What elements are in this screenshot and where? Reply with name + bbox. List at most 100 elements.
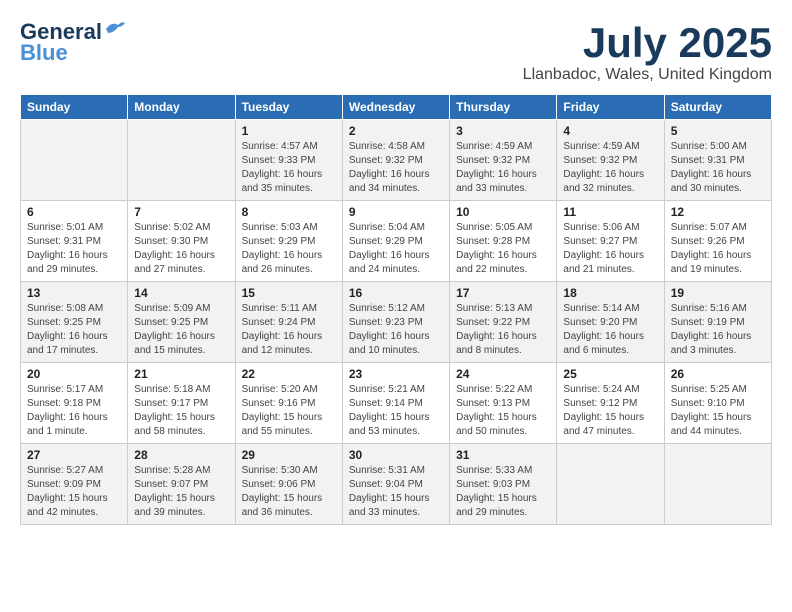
day-info: Sunrise: 5:25 AM Sunset: 9:10 PM Dayligh…: [671, 383, 765, 439]
calendar-table: SundayMondayTuesdayWednesdayThursdayFrid…: [20, 94, 772, 525]
calendar-cell: 27 Sunrise: 5:27 AM Sunset: 9:09 PM Dayli…: [21, 444, 128, 525]
day-number: 6: [27, 205, 121, 219]
day-info: Sunrise: 5:31 AM Sunset: 9:04 PM Dayligh…: [349, 464, 443, 520]
day-number: 28: [134, 448, 228, 462]
day-number: 24: [456, 367, 550, 381]
day-number: 29: [242, 448, 336, 462]
day-info: Sunrise: 5:30 AM Sunset: 9:06 PM Dayligh…: [242, 464, 336, 520]
calendar-cell: 7 Sunrise: 5:02 AM Sunset: 9:30 PM Daylig…: [128, 201, 235, 282]
day-info: Sunrise: 5:17 AM Sunset: 9:18 PM Dayligh…: [27, 383, 121, 439]
page-header: General Blue July 2025 Llanbadoc, Wales,…: [20, 20, 772, 84]
day-info: Sunrise: 5:05 AM Sunset: 9:28 PM Dayligh…: [456, 221, 550, 277]
weekday-header: Friday: [557, 95, 664, 120]
day-number: 17: [456, 286, 550, 300]
calendar-cell: 31Sunrise: 5:33 AM Sunset: 9:03 PM Dayli…: [450, 444, 557, 525]
calendar-cell: 28 Sunrise: 5:28 AM Sunset: 9:07 PM Dayli…: [128, 444, 235, 525]
day-info: Sunrise: 5:04 AM Sunset: 9:29 PM Dayligh…: [349, 221, 443, 277]
day-info: Sunrise: 5:11 AM Sunset: 9:24 PM Dayligh…: [242, 302, 336, 358]
day-number: 7: [134, 205, 228, 219]
day-number: 14: [134, 286, 228, 300]
calendar-cell: 29 Sunrise: 5:30 AM Sunset: 9:06 PM Dayli…: [235, 444, 342, 525]
location: Llanbadoc, Wales, United Kingdom: [523, 66, 772, 84]
calendar-cell: [557, 444, 664, 525]
calendar-cell: [128, 120, 235, 201]
calendar-cell: 2Sunrise: 4:58 AM Sunset: 9:32 PM Daylig…: [342, 120, 449, 201]
day-number: 31: [456, 448, 550, 462]
calendar-cell: 5 Sunrise: 5:00 AM Sunset: 9:31 PM Daylig…: [664, 120, 771, 201]
day-info: Sunrise: 5:06 AM Sunset: 9:27 PM Dayligh…: [563, 221, 657, 277]
day-info: Sunrise: 5:24 AM Sunset: 9:12 PM Dayligh…: [563, 383, 657, 439]
day-info: Sunrise: 5:28 AM Sunset: 9:07 PM Dayligh…: [134, 464, 228, 520]
day-info: Sunrise: 5:07 AM Sunset: 9:26 PM Dayligh…: [671, 221, 765, 277]
day-number: 16: [349, 286, 443, 300]
calendar-cell: 13 Sunrise: 5:08 AM Sunset: 9:25 PM Dayli…: [21, 282, 128, 363]
calendar-week-row: 27 Sunrise: 5:27 AM Sunset: 9:09 PM Dayli…: [21, 444, 772, 525]
weekday-header: Thursday: [450, 95, 557, 120]
calendar-cell: 17 Sunrise: 5:13 AM Sunset: 9:22 PM Dayli…: [450, 282, 557, 363]
calendar-cell: 18Sunrise: 5:14 AM Sunset: 9:20 PM Dayli…: [557, 282, 664, 363]
calendar-header-row: SundayMondayTuesdayWednesdayThursdayFrid…: [21, 95, 772, 120]
day-number: 8: [242, 205, 336, 219]
day-number: 23: [349, 367, 443, 381]
day-number: 13: [27, 286, 121, 300]
calendar-cell: 8 Sunrise: 5:03 AM Sunset: 9:29 PM Daylig…: [235, 201, 342, 282]
calendar-cell: 23 Sunrise: 5:21 AM Sunset: 9:14 PM Dayli…: [342, 363, 449, 444]
day-info: Sunrise: 5:14 AM Sunset: 9:20 PM Dayligh…: [563, 302, 657, 358]
weekday-header: Sunday: [21, 95, 128, 120]
day-info: Sunrise: 5:22 AM Sunset: 9:13 PM Dayligh…: [456, 383, 550, 439]
day-info: Sunrise: 5:27 AM Sunset: 9:09 PM Dayligh…: [27, 464, 121, 520]
calendar-cell: 22 Sunrise: 5:20 AM Sunset: 9:16 PM Dayli…: [235, 363, 342, 444]
calendar-cell: 26 Sunrise: 5:25 AM Sunset: 9:10 PM Dayli…: [664, 363, 771, 444]
calendar-cell: 21Sunrise: 5:18 AM Sunset: 9:17 PM Dayli…: [128, 363, 235, 444]
day-info: Sunrise: 5:20 AM Sunset: 9:16 PM Dayligh…: [242, 383, 336, 439]
day-number: 30: [349, 448, 443, 462]
day-number: 12: [671, 205, 765, 219]
title-block: July 2025 Llanbadoc, Wales, United Kingd…: [523, 20, 772, 84]
day-info: Sunrise: 5:00 AM Sunset: 9:31 PM Dayligh…: [671, 140, 765, 196]
day-number: 22: [242, 367, 336, 381]
calendar-cell: 24 Sunrise: 5:22 AM Sunset: 9:13 PM Dayli…: [450, 363, 557, 444]
day-number: 20: [27, 367, 121, 381]
day-number: 15: [242, 286, 336, 300]
day-number: 27: [27, 448, 121, 462]
day-info: Sunrise: 5:13 AM Sunset: 9:22 PM Dayligh…: [456, 302, 550, 358]
calendar-cell: 14 Sunrise: 5:09 AM Sunset: 9:25 PM Dayli…: [128, 282, 235, 363]
weekday-header: Tuesday: [235, 95, 342, 120]
day-info: Sunrise: 4:57 AM Sunset: 9:33 PM Dayligh…: [242, 140, 336, 196]
day-info: Sunrise: 5:08 AM Sunset: 9:25 PM Dayligh…: [27, 302, 121, 358]
weekday-header: Saturday: [664, 95, 771, 120]
logo-bird-icon: [104, 19, 126, 37]
weekday-header: Monday: [128, 95, 235, 120]
day-info: Sunrise: 5:12 AM Sunset: 9:23 PM Dayligh…: [349, 302, 443, 358]
day-info: Sunrise: 4:58 AM Sunset: 9:32 PM Dayligh…: [349, 140, 443, 196]
calendar-week-row: 13 Sunrise: 5:08 AM Sunset: 9:25 PM Dayli…: [21, 282, 772, 363]
day-info: Sunrise: 5:16 AM Sunset: 9:19 PM Dayligh…: [671, 302, 765, 358]
day-info: Sunrise: 5:09 AM Sunset: 9:25 PM Dayligh…: [134, 302, 228, 358]
day-number: 4: [563, 124, 657, 138]
day-info: Sunrise: 5:02 AM Sunset: 9:30 PM Dayligh…: [134, 221, 228, 277]
day-number: 11: [563, 205, 657, 219]
day-number: 25: [563, 367, 657, 381]
month-title: July 2025: [523, 20, 772, 66]
weekday-header: Wednesday: [342, 95, 449, 120]
day-info: Sunrise: 5:01 AM Sunset: 9:31 PM Dayligh…: [27, 221, 121, 277]
calendar-cell: 11 Sunrise: 5:06 AM Sunset: 9:27 PM Dayli…: [557, 201, 664, 282]
day-number: 5: [671, 124, 765, 138]
calendar-week-row: 20 Sunrise: 5:17 AM Sunset: 9:18 PM Dayli…: [21, 363, 772, 444]
day-number: 26: [671, 367, 765, 381]
calendar-cell: 20 Sunrise: 5:17 AM Sunset: 9:18 PM Dayli…: [21, 363, 128, 444]
calendar-cell: 30 Sunrise: 5:31 AM Sunset: 9:04 PM Dayli…: [342, 444, 449, 525]
calendar-cell: 12 Sunrise: 5:07 AM Sunset: 9:26 PM Dayli…: [664, 201, 771, 282]
calendar-cell: 15 Sunrise: 5:11 AM Sunset: 9:24 PM Dayli…: [235, 282, 342, 363]
day-info: Sunrise: 4:59 AM Sunset: 9:32 PM Dayligh…: [456, 140, 550, 196]
calendar-cell: 3Sunrise: 4:59 AM Sunset: 9:32 PM Daylig…: [450, 120, 557, 201]
day-number: 1: [242, 124, 336, 138]
logo: General Blue: [20, 20, 126, 66]
day-info: Sunrise: 5:03 AM Sunset: 9:29 PM Dayligh…: [242, 221, 336, 277]
calendar-cell: 6 Sunrise: 5:01 AM Sunset: 9:31 PM Daylig…: [21, 201, 128, 282]
calendar-week-row: 6 Sunrise: 5:01 AM Sunset: 9:31 PM Daylig…: [21, 201, 772, 282]
day-info: Sunrise: 5:21 AM Sunset: 9:14 PM Dayligh…: [349, 383, 443, 439]
calendar-cell: [21, 120, 128, 201]
calendar-cell: 9Sunrise: 5:04 AM Sunset: 9:29 PM Daylig…: [342, 201, 449, 282]
logo-blue-text: Blue: [20, 40, 68, 66]
